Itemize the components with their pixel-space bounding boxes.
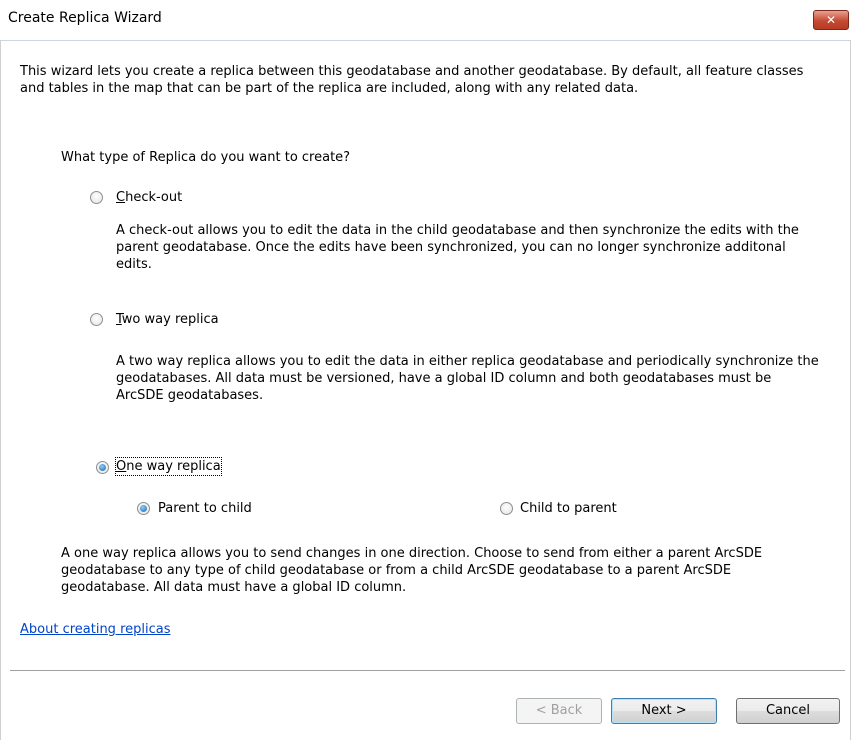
window-title: Create Replica Wizard <box>8 10 162 26</box>
parent-to-child-radio[interactable] <box>137 502 150 515</box>
close-button[interactable]: ✕ <box>813 10 849 30</box>
back-button[interactable]: < Back <box>516 698 602 724</box>
checkout-label[interactable]: Check-out <box>116 189 182 206</box>
one-way-radio[interactable] <box>96 461 109 474</box>
checkout-description: A check-out allows you to edit the data … <box>116 223 799 272</box>
parent-to-child-label[interactable]: Parent to child <box>158 500 252 517</box>
next-button[interactable]: Next > <box>611 698 717 724</box>
child-to-parent-radio[interactable] <box>500 502 513 515</box>
one-way-description: A one way replica allows you to send cha… <box>61 546 763 595</box>
about-replicas-link[interactable]: About creating replicas <box>20 621 171 638</box>
title-bar: Create Replica Wizard ✕ <box>0 0 851 41</box>
close-icon: ✕ <box>825 13 837 27</box>
window-left-border <box>0 40 1 740</box>
two-way-radio[interactable] <box>90 313 103 326</box>
intro-text: This wizard lets you create a replica be… <box>20 64 804 96</box>
child-to-parent-label[interactable]: Child to parent <box>520 500 617 517</box>
checkout-radio[interactable] <box>90 191 103 204</box>
cancel-button[interactable]: Cancel <box>736 698 840 724</box>
two-way-label[interactable]: Two way replica <box>116 311 219 328</box>
question-label: What type of Replica do you want to crea… <box>61 150 351 165</box>
one-way-label[interactable]: One way replica <box>115 457 222 476</box>
two-way-description: A two way replica allows you to edit the… <box>116 354 819 403</box>
button-separator <box>10 670 845 672</box>
